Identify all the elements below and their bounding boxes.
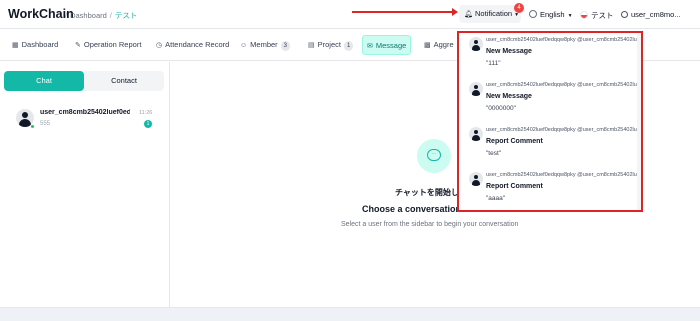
notification-item[interactable]: user_cm8cmb25402luef0edqqw8pky @user_cm8… xyxy=(459,82,639,126)
online-status-dot xyxy=(30,124,35,129)
notification-type: Report Comment xyxy=(486,138,543,145)
edit-icon: ✎ xyxy=(75,42,81,49)
user-label: user_cm8mo... xyxy=(631,10,681,19)
user-icon: ☺ xyxy=(240,42,248,49)
chat-bubble-icon: ··· xyxy=(417,139,451,173)
avatar xyxy=(469,37,483,51)
notification-sender: user_cm8cmb25402luef0edqqw8pky @user_cm8… xyxy=(486,127,637,133)
tab-member[interactable]: ☺ Member 3 xyxy=(236,35,294,55)
tab-project[interactable]: ▤ Project 1 xyxy=(304,35,357,55)
member-count-badge: 3 xyxy=(280,41,291,51)
contact-tab-button[interactable]: Contact xyxy=(84,71,164,91)
breadcrumb-dashboard[interactable]: Dashboard xyxy=(70,11,107,20)
tab-message[interactable]: ✉ Message xyxy=(362,35,412,55)
tab-label: Project xyxy=(317,40,341,49)
globe-icon xyxy=(529,10,537,18)
tab-label: Attendance Record xyxy=(165,40,230,49)
mail-icon: ✉ xyxy=(367,43,373,50)
breadcrumb-current: テスト xyxy=(114,11,138,20)
annotation-arrow xyxy=(352,8,458,16)
tab-attendance-record[interactable]: ◷ Attendance Record xyxy=(152,35,233,55)
document-icon: ▤ xyxy=(308,42,315,49)
language-selector[interactable]: English ▼ xyxy=(529,10,573,19)
top-header: WorkChain / Dashboard / テスト 🔔︎ Notification ▼… xyxy=(0,0,700,29)
notification-message: "111" xyxy=(486,60,501,67)
notification-dropdown: user_cm8cmb25402luef0edqqw8pky @user_cm8… xyxy=(457,31,643,212)
tab-label: Member xyxy=(250,40,278,49)
chevron-down-icon: ▼ xyxy=(567,13,573,19)
chat-tab-button[interactable]: Chat xyxy=(4,71,84,91)
breadcrumb-separator: / xyxy=(65,11,68,20)
bottom-bar xyxy=(0,307,700,321)
bell-icon: 🔔︎ xyxy=(464,11,473,18)
notification-label: Notification xyxy=(475,9,513,18)
notification-sender: user_cm8cmb25402luef0edqqw8pky @user_cm8… xyxy=(486,37,637,43)
avatar xyxy=(469,82,483,96)
clock-icon: ◷ xyxy=(156,42,163,49)
notification-type: New Message xyxy=(486,48,532,55)
notification-item[interactable]: user_cm8cmb25402luef0edqqw8pky @user_cm8… xyxy=(459,127,639,171)
conversation-preview: 555 xyxy=(40,121,51,127)
empty-state-subtitle: Select a user from the sidebar to begin … xyxy=(341,221,519,228)
tab-label: Message xyxy=(375,41,407,50)
conversation-item[interactable]: user_cm8cmb25402luef0edqq... 11:26 555 1 xyxy=(12,108,160,136)
flag-icon xyxy=(580,11,588,19)
breadcrumb: / Dashboard / テスト xyxy=(62,10,137,21)
unread-badge: 1 xyxy=(144,120,152,128)
notification-item[interactable]: user_cm8cmb25402luef0edqqw8pky @user_cm8… xyxy=(459,172,639,210)
tab-dashboard[interactable]: ▦ Dashboard xyxy=(8,35,62,55)
notification-sender: user_cm8cmb25402luef0edqqw8pky @user_cm8… xyxy=(486,82,637,88)
project-count-badge: 1 xyxy=(343,41,354,51)
language-label: English xyxy=(540,10,565,19)
notification-message: "test" xyxy=(486,150,502,157)
notification-item[interactable]: user_cm8cmb25402luef0edqqw8pky @user_cm8… xyxy=(459,37,639,81)
avatar xyxy=(469,172,483,186)
notification-type: New Message xyxy=(486,93,532,100)
conversation-name: user_cm8cmb25402luef0edqq... xyxy=(40,109,130,116)
chat-contact-switch: Chat Contact xyxy=(4,71,164,91)
space-selector[interactable]: テスト xyxy=(580,10,614,21)
tab-label: Aggre xyxy=(433,40,454,49)
avatar xyxy=(469,127,483,141)
grid-icon: ▦ xyxy=(12,42,19,49)
space-label: テスト xyxy=(591,11,614,20)
user-menu[interactable]: user_cm8mo... xyxy=(621,10,681,19)
conversation-time: 11:26 xyxy=(139,110,153,116)
notification-message: "aaaa" xyxy=(486,195,506,202)
chart-icon: ▩ xyxy=(424,42,431,49)
tab-label: Dashboard xyxy=(21,40,59,49)
notification-message: "0000000" xyxy=(486,105,516,112)
empty-state-title: Choose a conversation to xyxy=(362,204,473,214)
chat-sidebar: Chat Contact user_cm8cmb25402luef0edqq..… xyxy=(0,62,170,307)
breadcrumb-separator: / xyxy=(109,11,112,20)
notification-count-badge: 4 xyxy=(514,3,524,13)
notification-type: Report Comment xyxy=(486,183,543,190)
notification-button[interactable]: 🔔︎ Notification ▼ xyxy=(459,5,521,23)
tab-operation-report[interactable]: ✎ Operation Report xyxy=(71,35,145,55)
tab-aggregate[interactable]: ▩ Aggre xyxy=(420,35,458,55)
user-icon xyxy=(621,11,628,18)
tab-label: Operation Report xyxy=(83,40,142,49)
notification-sender: user_cm8cmb25402luef0edqqw8pky @user_cm8… xyxy=(486,172,637,178)
